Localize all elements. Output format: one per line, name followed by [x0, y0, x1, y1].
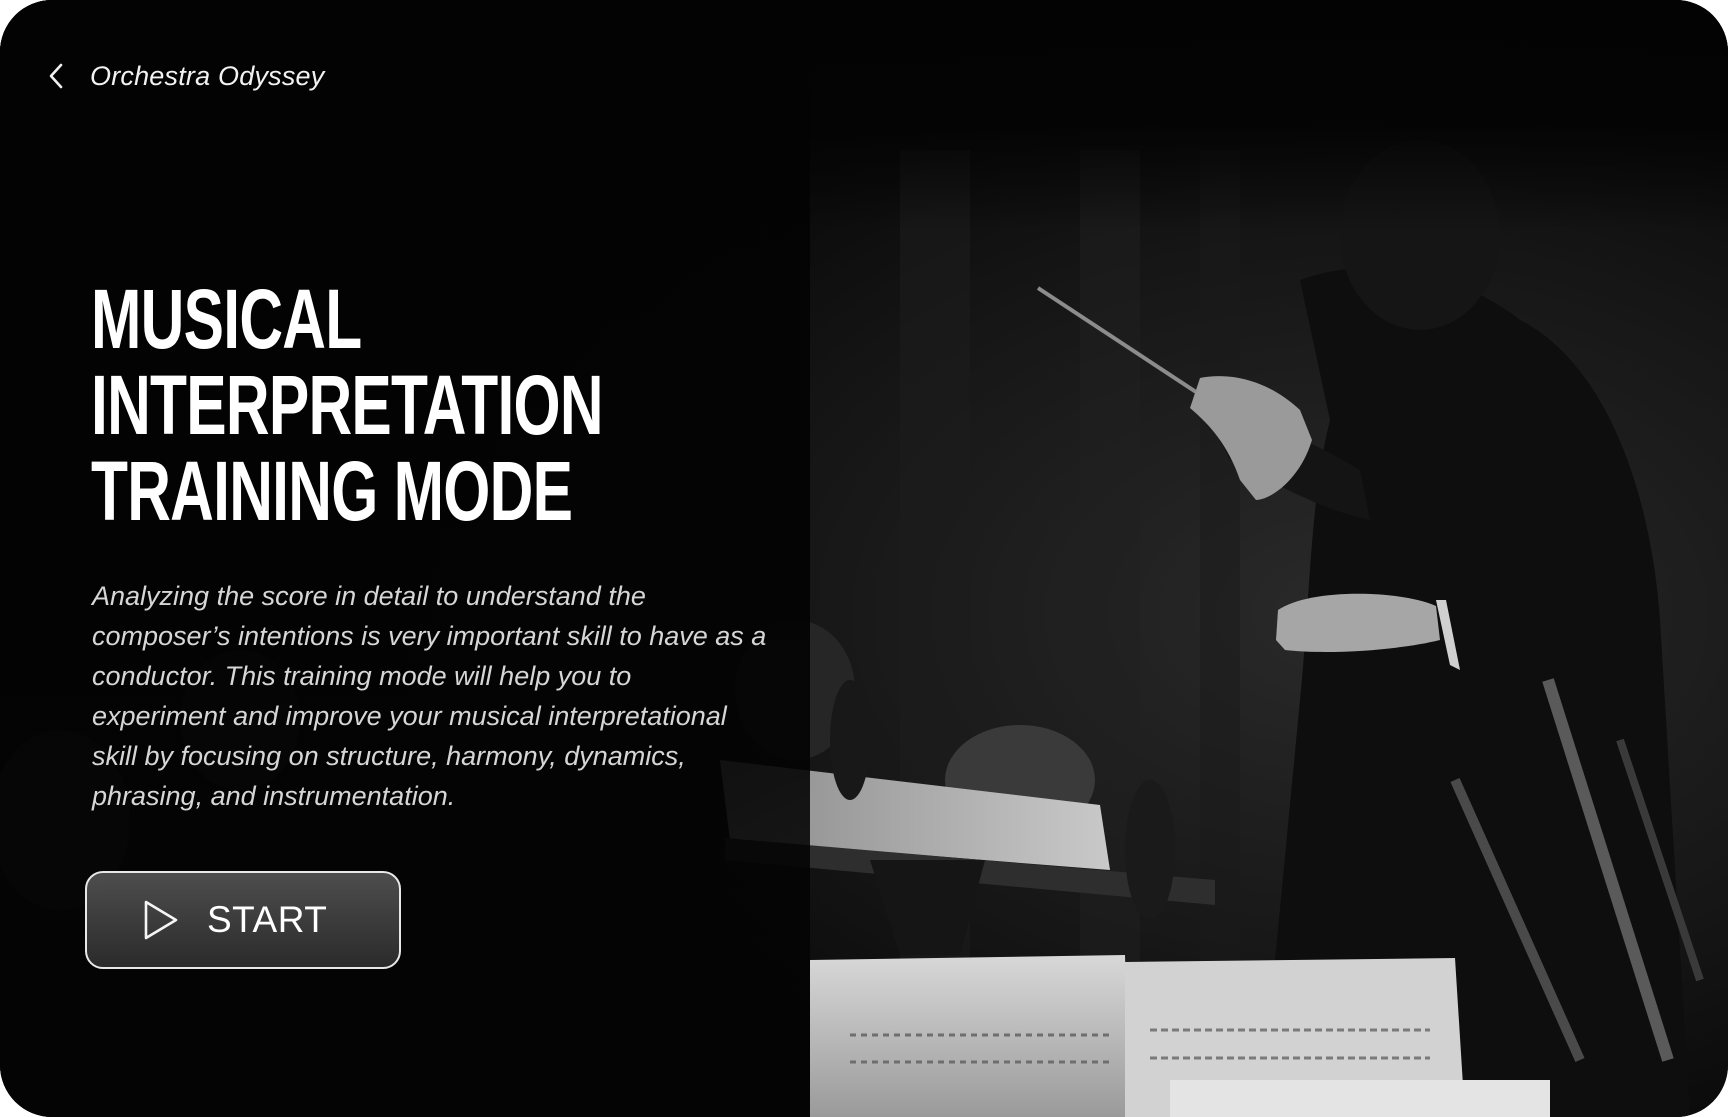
- play-icon: [144, 900, 178, 940]
- top-dark-overlay: [0, 0, 1728, 230]
- mode-description: Analyzing the score in detail to underst…: [92, 581, 767, 811]
- page-title-line-3: TRAINING MODE: [91, 444, 573, 538]
- start-button-label: START: [207, 899, 328, 940]
- top-bar: Orchestra Odyssey: [40, 52, 324, 100]
- page-title-line-2: INTERPRETATION: [91, 358, 604, 452]
- page-title: MUSICAL INTERPRETATION TRAINING MODE: [91, 272, 604, 538]
- chevron-left-icon: [49, 63, 63, 89]
- page-title-line-1: MUSICAL: [91, 272, 362, 366]
- back-button[interactable]: [40, 52, 72, 100]
- start-button[interactable]: START: [85, 871, 401, 969]
- training-mode-screen: Orchestra Odyssey MUSICAL INTERPRETATION…: [0, 0, 1728, 1117]
- app-title: Orchestra Odyssey: [90, 60, 325, 91]
